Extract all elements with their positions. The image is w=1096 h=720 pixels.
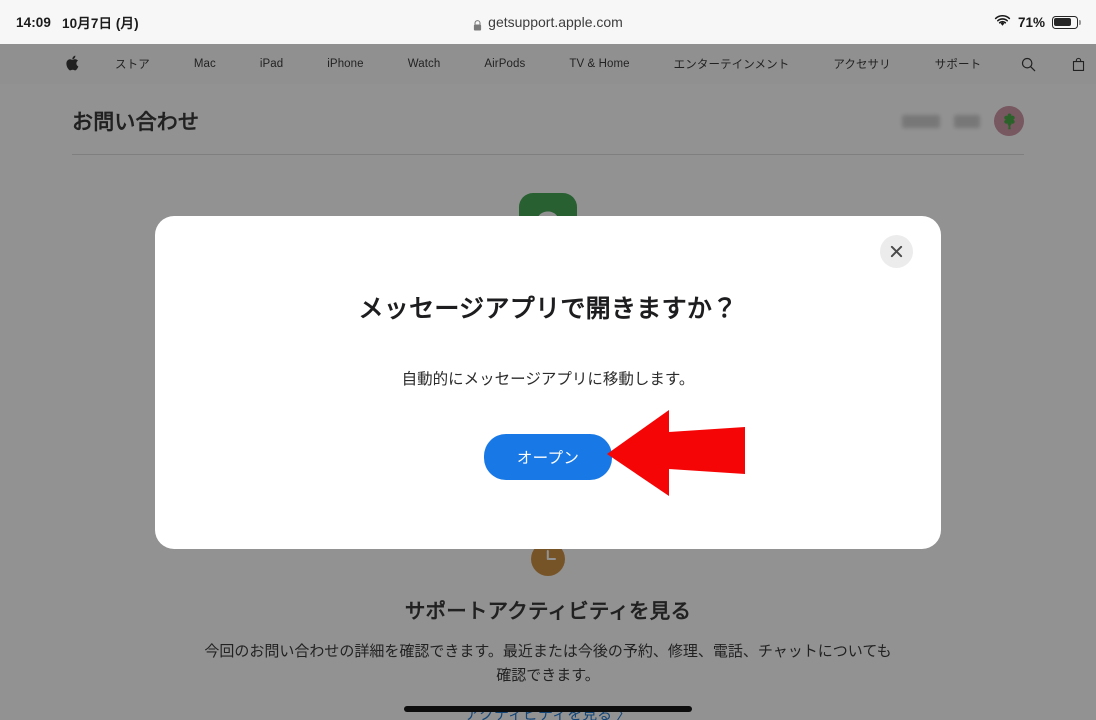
battery-percent-label: 71% [1017, 14, 1045, 30]
status-bar-right: 71% [994, 14, 1081, 30]
modal-description: 自動的にメッセージアプリに移動します。 [401, 371, 695, 388]
browser-address-display[interactable]: getsupport.apple.com [0, 14, 1096, 30]
open-messages-modal: メッセージアプリで開きますか？ 自動的にメッセージアプリに移動します。 オープン [155, 216, 941, 549]
modal-title: メッセージアプリで開きますか？ [358, 295, 738, 323]
open-button[interactable]: オープン [483, 434, 613, 480]
status-bar: 14:09 10月7日 (月) getsupport.apple.com 71% [0, 0, 1096, 44]
home-indicator[interactable] [404, 706, 692, 712]
ipad-screen: 14:09 10月7日 (月) getsupport.apple.com 71%… [0, 0, 1096, 720]
url-text: getsupport.apple.com [488, 14, 623, 30]
battery-icon [1052, 15, 1081, 29]
lock-icon [473, 18, 482, 30]
modal-body: メッセージアプリで開きますか？ 自動的にメッセージアプリに移動します。 オープン [155, 216, 941, 480]
wifi-icon [994, 14, 1011, 30]
